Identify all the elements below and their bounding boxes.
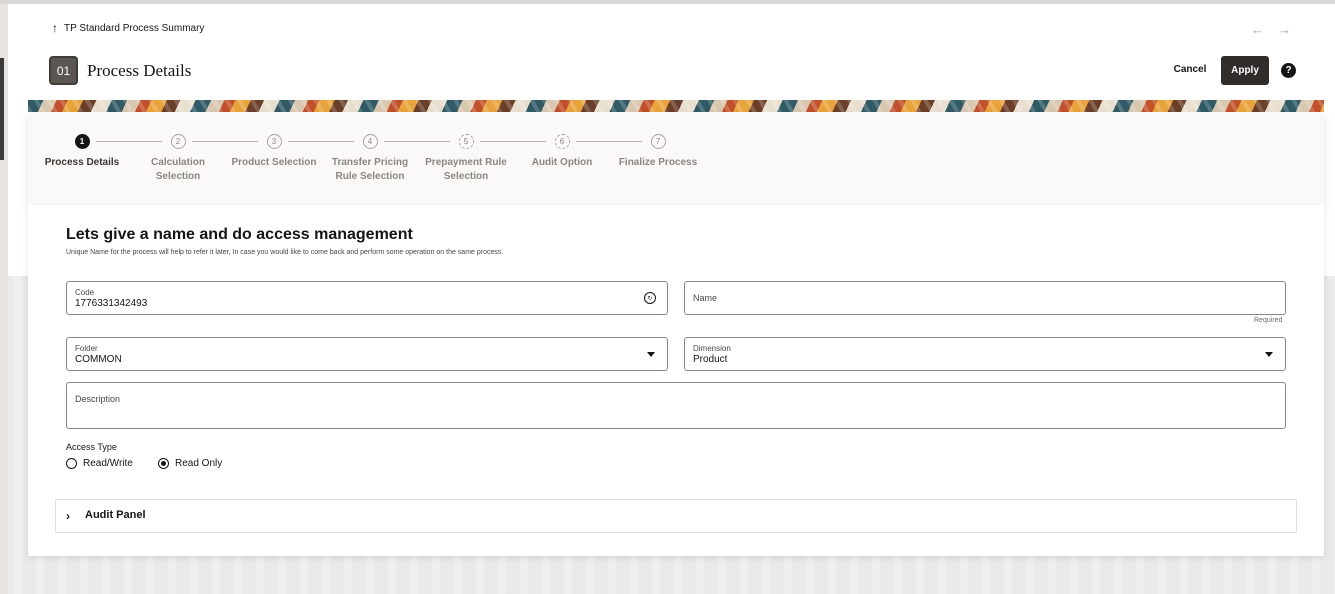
step-number: 6 xyxy=(554,134,570,149)
folder-label: Folder xyxy=(75,344,98,353)
dimension-value: Product xyxy=(693,354,728,365)
cancel-button[interactable]: Cancel xyxy=(1168,58,1212,80)
step-label: Finalize Process xyxy=(618,157,698,168)
radio-button[interactable] xyxy=(66,458,77,469)
name-label: Name xyxy=(693,293,718,303)
form-title: Lets give a name and do access managemen… xyxy=(66,226,413,243)
step-label-line2: Selection xyxy=(155,171,201,182)
radio-read-write[interactable]: Read/Write xyxy=(66,458,133,469)
step-label: Product Selection xyxy=(231,157,317,168)
step-label-line2: Rule Selection xyxy=(335,171,405,182)
nav-arrows: ← → xyxy=(1251,22,1291,37)
arrow-up-icon: ↑ xyxy=(52,21,58,35)
step-label-line2: Selection xyxy=(443,171,489,182)
description-label: Description xyxy=(75,394,121,404)
caret-down-icon xyxy=(647,352,655,357)
radio-button-selected[interactable] xyxy=(158,458,169,469)
form-subtitle: Unique Name for the process will help to… xyxy=(66,249,504,256)
help-icon[interactable]: ? xyxy=(1281,63,1296,78)
arrow-right-icon[interactable]: → xyxy=(1278,22,1291,37)
step-label: Process Details xyxy=(44,157,120,168)
step-number: 3 xyxy=(266,134,282,149)
train-step-tp-rule-selection[interactable]: 4 Transfer Pricing Rule Selection xyxy=(322,134,418,184)
code-field[interactable]: Code 1776331342493 ↻ xyxy=(66,281,668,315)
step-number: 2 xyxy=(170,134,186,149)
back-link[interactable]: ↑ TP Standard Process Summary xyxy=(52,22,204,34)
dimension-select[interactable]: Dimension Product xyxy=(684,337,1286,371)
audit-panel-header[interactable]: › Audit Panel xyxy=(55,499,1297,533)
radio-label: Read Only xyxy=(175,458,223,469)
step-label: Transfer Pricing xyxy=(331,157,409,168)
audit-panel-title: Audit Panel xyxy=(85,509,146,521)
name-field[interactable]: Name xyxy=(684,281,1286,315)
decorative-banner xyxy=(28,100,1324,112)
apply-button[interactable]: Apply xyxy=(1221,56,1269,85)
caret-down-icon xyxy=(1265,352,1273,357)
step-number: 4 xyxy=(362,134,378,149)
step-label: Audit Option xyxy=(531,157,593,168)
radio-read-only[interactable]: Read Only xyxy=(158,458,222,469)
page-title: Process Details xyxy=(87,61,192,80)
step-badge: 01 xyxy=(49,56,78,85)
left-strip-marker xyxy=(0,58,4,160)
step-number: 1 xyxy=(74,134,90,149)
code-value: 1776331342493 xyxy=(75,298,148,309)
train-step-process-details[interactable]: 1 Process Details xyxy=(34,134,130,170)
dimension-label: Dimension xyxy=(693,344,731,353)
access-type-label: Access Type xyxy=(66,442,117,452)
code-label: Code xyxy=(75,288,95,297)
arrow-left-icon[interactable]: ← xyxy=(1251,22,1264,37)
step-label: Prepayment Rule xyxy=(425,157,507,168)
required-hint: Required xyxy=(1254,317,1283,324)
train-step-finalize-process[interactable]: 7 Finalize Process xyxy=(610,134,706,170)
description-field[interactable]: Description xyxy=(66,382,1286,429)
back-link-label: TP Standard Process Summary xyxy=(64,22,205,34)
folder-value: COMMON xyxy=(75,354,122,365)
folder-select[interactable]: Folder COMMON xyxy=(66,337,668,371)
step-train: 1 Process Details 2 Calculation Selectio… xyxy=(28,112,1324,205)
train-step-prepayment-rule-selection[interactable]: 5 Prepayment Rule Selection xyxy=(418,134,514,184)
train-step-product-selection[interactable]: 3 Product Selection xyxy=(226,134,322,170)
step-number: 5 xyxy=(458,134,474,149)
regenerate-icon[interactable]: ↻ xyxy=(644,292,656,304)
chevron-right-icon: › xyxy=(66,509,70,523)
radio-label: Read/Write xyxy=(83,458,133,469)
train-step-audit-option[interactable]: 6 Audit Option xyxy=(514,134,610,170)
train-step-calculation-selection[interactable]: 2 Calculation Selection xyxy=(130,134,226,184)
step-number: 7 xyxy=(650,134,666,149)
step-label: Calculation xyxy=(151,157,205,168)
